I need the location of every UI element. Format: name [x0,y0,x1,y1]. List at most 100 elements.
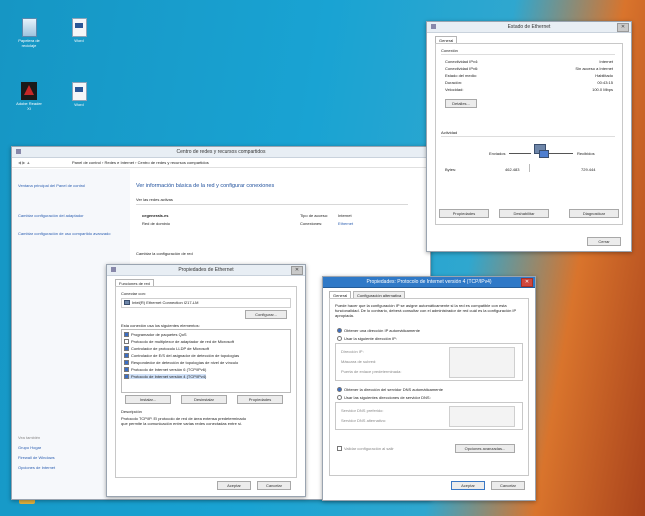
sidebar-link-control-panel-home[interactable]: Ventana principal del Panel de control [18,183,118,188]
ok-button[interactable]: Aceptar [217,481,251,490]
item-properties-button[interactable]: Propiedades [237,395,283,404]
title-bar: Estado de Ethernet ✕ [427,22,631,33]
breadcrumb[interactable]: Panel de control › Redes e Internet › Ce… [72,160,209,165]
window-title: Estado de Ethernet [507,24,551,30]
install-button[interactable]: Instalar... [125,395,171,404]
radio-icon[interactable] [337,328,342,334]
validate-checkbox[interactable]: Validar configuración al salir [337,446,394,452]
list-item[interactable]: Respondedor de detección de topologías d… [124,360,238,366]
uninstall-button[interactable]: Desinstalar [181,395,227,404]
list-item[interactable]: Protocolo de multiplexor de adaptador de… [124,339,234,345]
status-row-label: Conectividad IPv6: [445,66,479,71]
alternate-dns-label: Servidor DNS alternativo: [341,418,387,423]
adobe-reader-icon [21,82,37,100]
sidebar-link-change-adapter[interactable]: Cambiar configuración del adaptador [18,213,118,218]
bytes-sent: 462.483 [505,167,520,172]
window-title: Propiedades de Ethernet [178,267,234,273]
checkbox-icon[interactable] [124,374,129,380]
received-label: Recibidos [577,151,595,156]
divider [441,54,615,55]
list-item[interactable]: Protocolo de Internet versión 6 (TCP/IPv… [124,367,206,373]
bytes-received: 729.444 [581,167,596,172]
status-row-label: Estado del medio: [445,73,478,78]
desktop-icon-label: Word [74,38,84,43]
change-settings-label: Cambiar la configuración de red [136,251,193,256]
window-title: Centro de redes y recursos compartidos [176,149,266,155]
checkbox-icon[interactable] [337,446,342,452]
properties-button[interactable]: Propiedades [439,209,489,218]
radio-manual-dns[interactable]: Usar las siguientes direcciones de servi… [337,395,431,401]
checkbox-icon[interactable] [124,353,129,359]
mask-label: Máscara de subred: [341,359,377,364]
sent-label: Enviados [489,151,506,156]
status-row-value: 100.0 Mbps [592,87,613,92]
checkbox-icon[interactable] [124,360,129,366]
radio-auto-ip[interactable]: Obtener una dirección IP automáticamente [337,328,420,334]
cancel-button[interactable]: Cancelar [257,481,291,490]
diagnose-button[interactable]: Diagnosticar [569,209,619,218]
connect-using-label: Conectar con: [121,291,146,296]
checkbox-icon[interactable] [124,367,129,373]
divider [136,204,408,205]
dns-fields[interactable] [449,406,515,427]
gateway-label: Puerta de enlace predeterminada: [341,369,402,374]
desktop-icon-word-1[interactable]: Word [64,18,94,43]
list-item-selected[interactable]: Protocolo de Internet versión 4 (TCP/IPv… [124,374,207,380]
list-item[interactable]: Programador de paquetes QoS [124,332,187,338]
network-computers-icon [539,150,549,158]
details-button[interactable]: Detalles... [445,99,477,108]
close-icon[interactable]: ✕ [521,278,533,287]
list-item[interactable]: Controlador de protocolo LLDP de Microso… [124,346,209,352]
access-type-value: Internet [338,213,352,218]
list-item[interactable]: Controlador de E/S del asignador de dete… [124,353,239,359]
word-document-icon [71,82,87,101]
status-row-value: 00:43:15 [597,80,613,85]
checkbox-icon[interactable] [124,346,129,352]
ethernet-properties-window: Propiedades de Ethernet ✕ Funciones de r… [106,264,306,497]
checkbox-icon[interactable] [124,339,129,345]
close-icon[interactable]: ✕ [617,23,629,32]
ok-button[interactable]: Aceptar [451,481,485,490]
radio-icon[interactable] [337,336,342,342]
see-also-title: Vea también [18,435,41,440]
ip-address-fields[interactable] [449,347,515,378]
configure-button[interactable]: Configurar... [245,310,287,319]
desktop-icon-recycle-bin[interactable]: Papelera de reciclaje [14,18,44,48]
connection-link-ethernet[interactable]: Ethernet [338,221,353,226]
radio-icon[interactable] [337,387,342,393]
disable-button[interactable]: Deshabilitar [499,209,549,218]
see-also-internet-options[interactable]: Opciones de Internet [18,465,55,470]
back-arrow-icon[interactable]: ◀ ▶ ▲ [18,160,30,165]
status-row-label: Conectividad IPv4: [445,59,479,64]
radio-icon[interactable] [337,395,342,401]
close-icon[interactable]: ✕ [291,266,303,275]
cancel-button[interactable]: Cancelar [491,481,525,490]
page-heading: Ver información básica de la red y confi… [136,183,275,189]
title-bar: Centro de redes y recursos compartidos [12,147,430,158]
description-label: Descripción [121,409,142,414]
status-row-value: Internet [599,59,613,64]
divider [529,164,530,172]
see-also-homegroup[interactable]: Grupo Hogar [18,445,41,450]
advanced-options-button[interactable]: Opciones avanzadas... [455,444,515,453]
status-row-label: Velocidad: [445,87,464,92]
activity-line [547,153,573,154]
desktop-icon-label: Word [74,102,84,107]
sidebar-link-advanced-sharing[interactable]: Cambiar configuración de uso compartido … [18,231,118,236]
active-networks-label: Ver las redes activas [136,197,173,202]
desktop-icon-word-2[interactable]: Word [64,82,94,107]
desktop-icon-label: Adobe Reader XI [16,101,42,111]
desktop-icon-label: Papelera de reciclaje [18,38,40,48]
desktop-icon-adobe-reader[interactable]: Adobe Reader XI [14,82,44,111]
checkbox-icon[interactable] [124,332,129,338]
ethernet-status-window: Estado de Ethernet ✕ General Conexión Co… [426,21,632,252]
see-also-firewall[interactable]: Firewall de Windows [18,455,55,460]
desktop: Papelera de reciclaje Word Adobe Reader … [0,0,645,516]
radio-manual-ip[interactable]: Usar la siguiente dirección IP: [337,336,397,342]
close-button[interactable]: Cerrar [587,237,621,246]
activity-group-label: Actividad [441,130,458,135]
divider [441,136,615,137]
ip-label: Dirección IP: [341,349,364,354]
title-bar: Propiedades: Protocolo de Internet versi… [323,277,535,288]
radio-auto-dns[interactable]: Obtener la dirección del servidor DNS au… [337,387,443,393]
